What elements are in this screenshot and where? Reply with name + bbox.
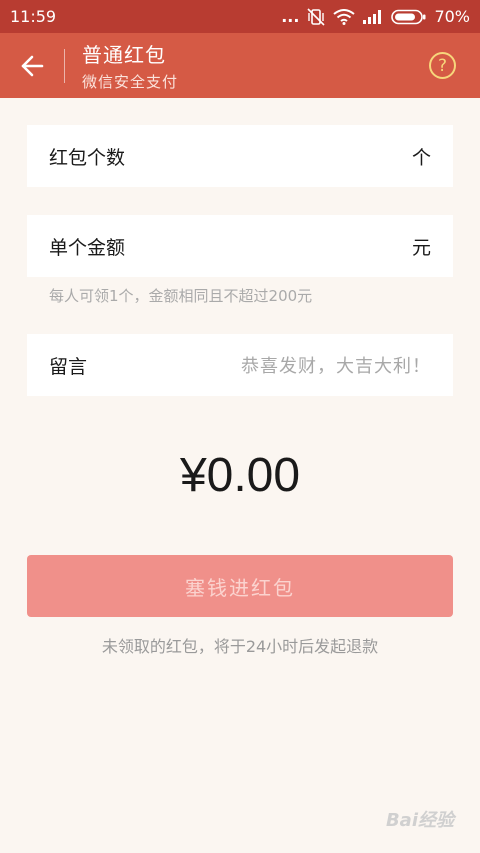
signal-icon bbox=[362, 9, 384, 25]
question-icon: ? bbox=[437, 55, 448, 76]
refund-note: 未领取的红包，将于24小时后发起退款 bbox=[101, 637, 379, 656]
watermark-logo: Bai经验 bbox=[385, 810, 454, 831]
help-button[interactable]: ? bbox=[429, 52, 456, 79]
submit-button[interactable]: 塞钱进红包 bbox=[27, 555, 453, 617]
page-title: 普通红包 bbox=[82, 43, 166, 67]
message-row[interactable]: 留言 恭喜发财，大吉大利！ bbox=[27, 334, 453, 396]
status-bar: 11:59 ... 70% bbox=[0, 0, 480, 33]
total-amount: ¥0.00 bbox=[179, 449, 301, 502]
title-bar: 普通红包 微信安全支付 ? bbox=[0, 33, 480, 98]
battery-percent: 70% bbox=[434, 7, 470, 26]
amount-note: 每人可领1个，金额相同且不超过200元 bbox=[49, 287, 313, 305]
status-icons: ... 70% bbox=[281, 7, 470, 26]
count-unit: 个 bbox=[411, 146, 431, 169]
battery-icon bbox=[391, 9, 427, 25]
title-divider bbox=[64, 49, 65, 83]
back-button[interactable] bbox=[14, 49, 50, 83]
message-input[interactable]: 恭喜发财，大吉大利！ bbox=[241, 352, 431, 378]
message-label: 留言 bbox=[49, 355, 88, 378]
amount-row[interactable]: 单个金额 元 bbox=[27, 215, 453, 277]
status-time: 11:59 bbox=[10, 7, 57, 26]
amount-label: 单个金额 bbox=[49, 236, 126, 259]
status-dots: ... bbox=[281, 7, 300, 26]
amount-unit: 元 bbox=[411, 236, 431, 259]
mute-vibrate-icon bbox=[306, 7, 326, 26]
count-label: 红包个数 bbox=[49, 146, 126, 169]
page-subtitle: 微信安全支付 bbox=[82, 73, 179, 91]
wifi-icon bbox=[333, 8, 356, 25]
back-arrow-icon bbox=[21, 55, 44, 77]
count-row[interactable]: 红包个数 个 bbox=[27, 125, 453, 187]
